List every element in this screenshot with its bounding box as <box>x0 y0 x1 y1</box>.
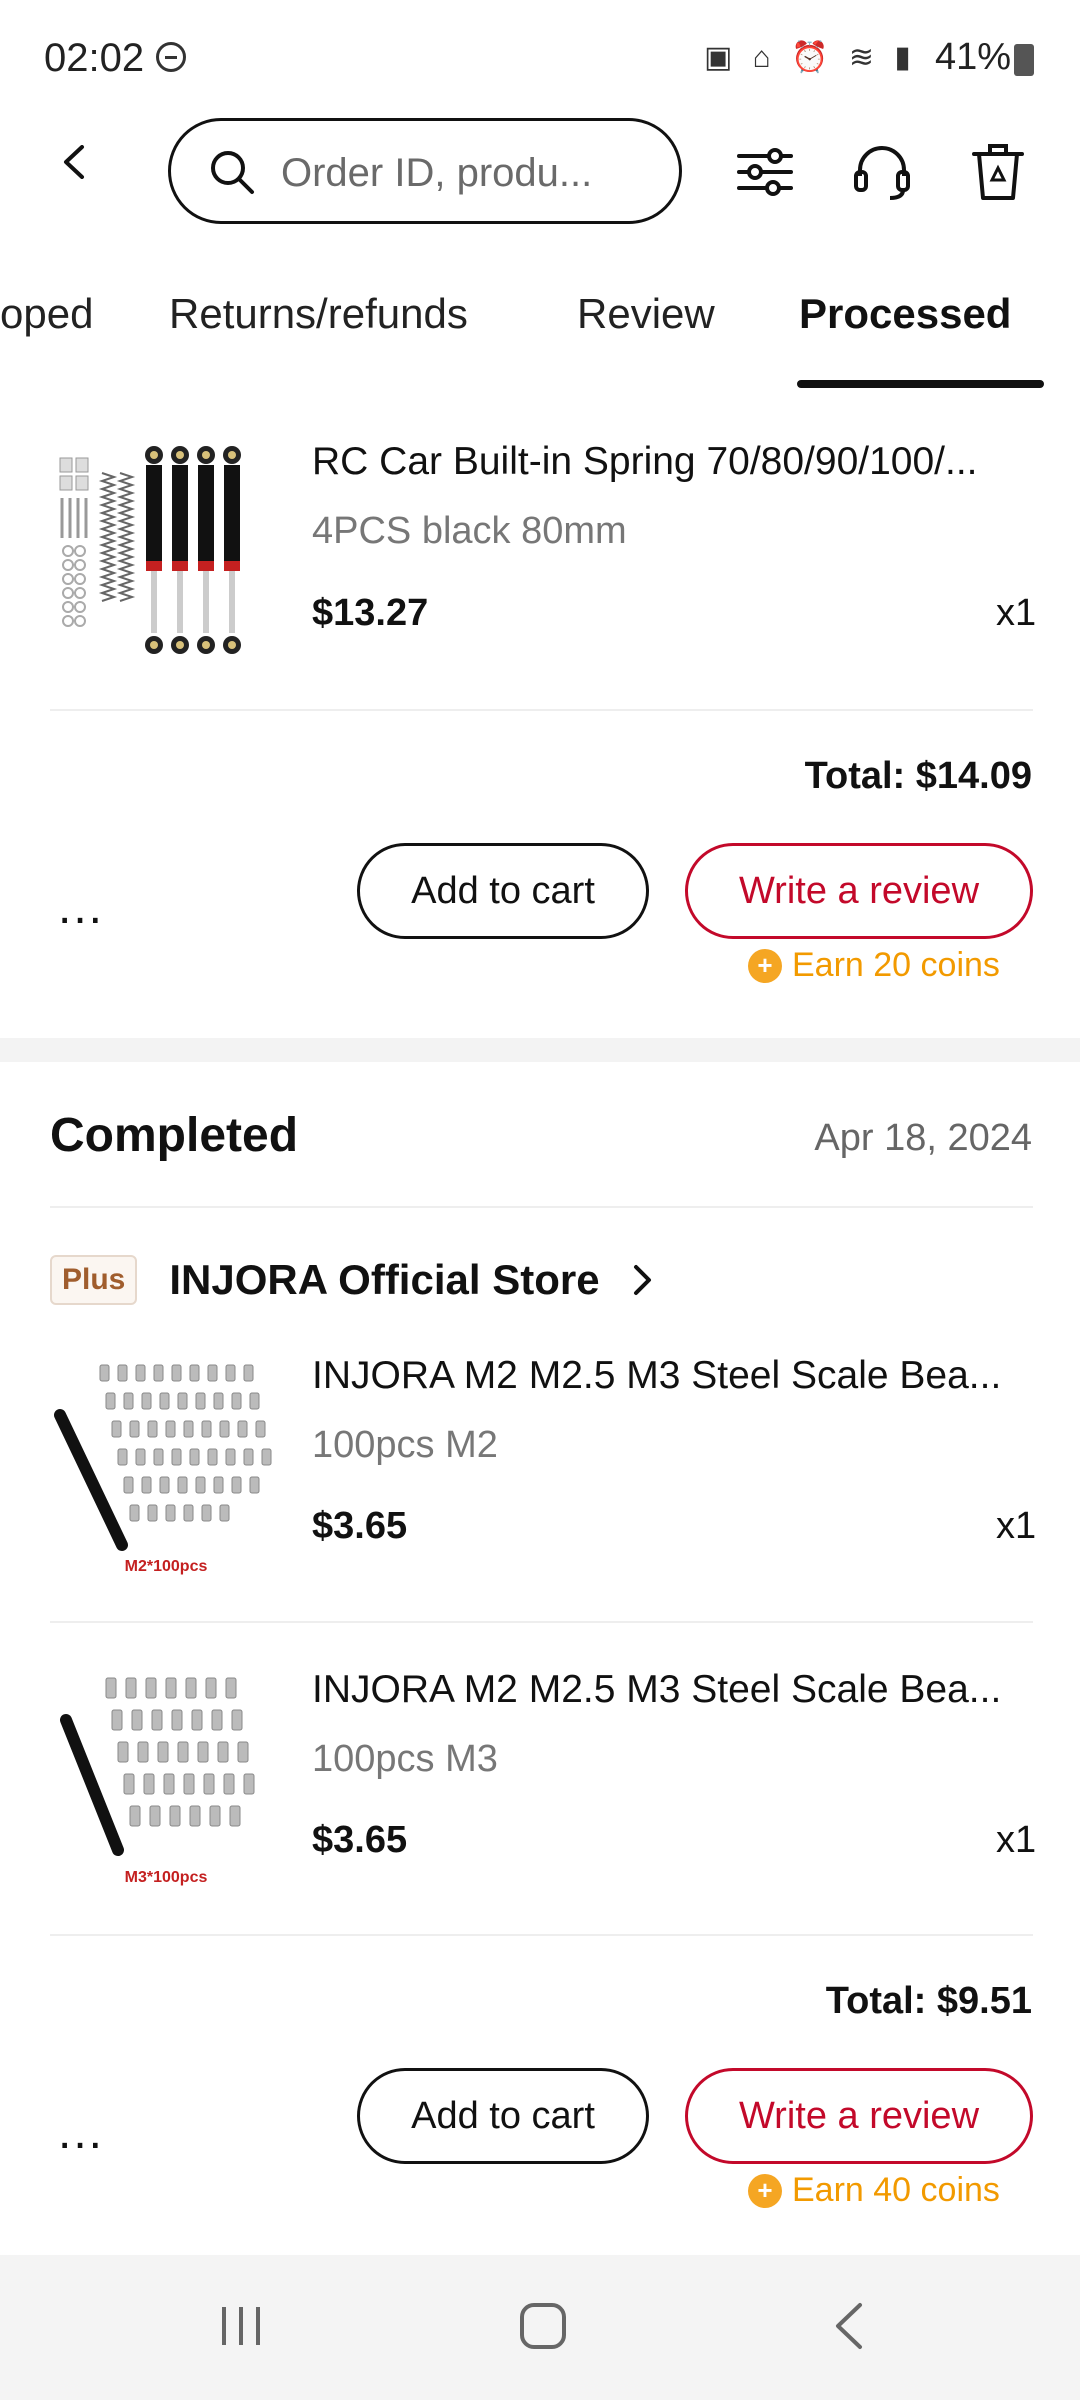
search-icon <box>211 151 254 194</box>
product-variant: 4PCS black 80mm <box>312 510 627 552</box>
search-bar[interactable] <box>168 118 682 224</box>
order-date: Apr 18, 2024 <box>814 1117 1032 1159</box>
earn-coins-note: + Earn 40 coins <box>748 2171 1000 2210</box>
tab-processed[interactable]: Processed <box>799 290 1011 338</box>
more-options-button[interactable]: ... <box>58 880 104 935</box>
earn-coins-text: Earn 40 coins <box>792 2171 1000 2209</box>
product-title[interactable]: INJORA M2 M2.5 M3 Steel Scale Bea... <box>312 1354 1032 1398</box>
plus-badge: Plus <box>50 1255 138 1305</box>
store-row[interactable]: Plus INJORA Official Store <box>50 1255 654 1305</box>
store-name[interactable]: INJORA Official Store <box>169 1256 599 1304</box>
add-to-cart-button[interactable]: Add to cart <box>357 843 649 939</box>
product-title[interactable]: RC Car Built-in Spring 70/80/90/100/... <box>312 440 1032 484</box>
product-variant: 100pcs M3 <box>312 1738 498 1780</box>
system-navigation-bar <box>0 2255 1080 2400</box>
order-total: Total: $14.09 <box>804 755 1032 797</box>
add-to-cart-button[interactable]: Add to cart <box>357 2068 649 2164</box>
product-thumbnail-shocks[interactable] <box>50 433 290 673</box>
order-tabs: oped Returns/refunds Review Processed <box>0 290 1080 390</box>
tab-shipped[interactable]: oped <box>0 290 93 338</box>
earn-coins-text: Earn 20 coins <box>792 946 1000 984</box>
home-icon[interactable] <box>518 2301 568 2351</box>
battery-percent: 41% <box>935 36 1012 78</box>
earn-coins-note: + Earn 20 coins <box>748 946 1000 985</box>
status-bar: 02:02 ▣ ⌂ ⏰ ≋ ▮ 41% <box>0 0 1080 110</box>
coin-icon: + <box>748 2173 782 2208</box>
write-review-button[interactable]: Write a review <box>685 2068 1033 2164</box>
product-variant: 100pcs M2 <box>312 1424 498 1466</box>
status-time: 02:02 <box>44 36 145 80</box>
divider <box>50 1621 1033 1623</box>
filter-sliders-icon[interactable] <box>733 140 797 204</box>
system-back-icon[interactable] <box>830 2301 870 2351</box>
section-separator <box>0 1038 1080 1062</box>
battery-icon <box>1014 44 1034 76</box>
divider <box>50 1206 1033 1208</box>
headset-support-icon[interactable] <box>850 140 914 204</box>
chevron-right-icon <box>633 1265 651 1295</box>
search-input[interactable] <box>279 143 663 203</box>
tab-returns-refunds[interactable]: Returns/refunds <box>169 290 468 338</box>
product-quantity: x1 <box>996 1505 1037 1547</box>
active-tab-indicator <box>797 380 1044 388</box>
more-options-button[interactable]: ... <box>58 2105 104 2160</box>
divider <box>50 1934 1033 1936</box>
product-title[interactable]: INJORA M2 M2.5 M3 Steel Scale Bea... <box>312 1668 1032 1712</box>
product-thumbnail-screws-m3[interactable]: M3*100pcs <box>50 1660 290 1900</box>
thumbnail-label: M2*100pcs <box>125 1558 208 1575</box>
product-thumbnail-screws-m2[interactable]: M2*100pcs <box>50 1345 290 1585</box>
coin-icon: + <box>748 948 782 983</box>
product-price: $13.27 <box>312 592 429 634</box>
product-quantity: x1 <box>996 1819 1037 1861</box>
do-not-disturb-icon <box>156 42 186 72</box>
order-status: Completed <box>50 1109 299 1162</box>
recycle-bin-icon[interactable] <box>966 140 1030 204</box>
write-review-button[interactable]: Write a review <box>685 843 1033 939</box>
product-quantity: x1 <box>996 592 1037 634</box>
order-total: Total: $9.51 <box>825 1980 1032 2022</box>
tab-review[interactable]: Review <box>577 290 715 338</box>
product-price: $3.65 <box>312 1505 408 1547</box>
product-price: $3.65 <box>312 1819 408 1861</box>
recent-apps-icon[interactable] <box>216 2301 266 2351</box>
thumbnail-label: M3*100pcs <box>125 1869 208 1886</box>
status-icons: ▣ ⌂ ⏰ ≋ ▮ <box>704 41 917 74</box>
back-arrow-icon[interactable] <box>58 145 92 179</box>
divider <box>50 709 1033 711</box>
